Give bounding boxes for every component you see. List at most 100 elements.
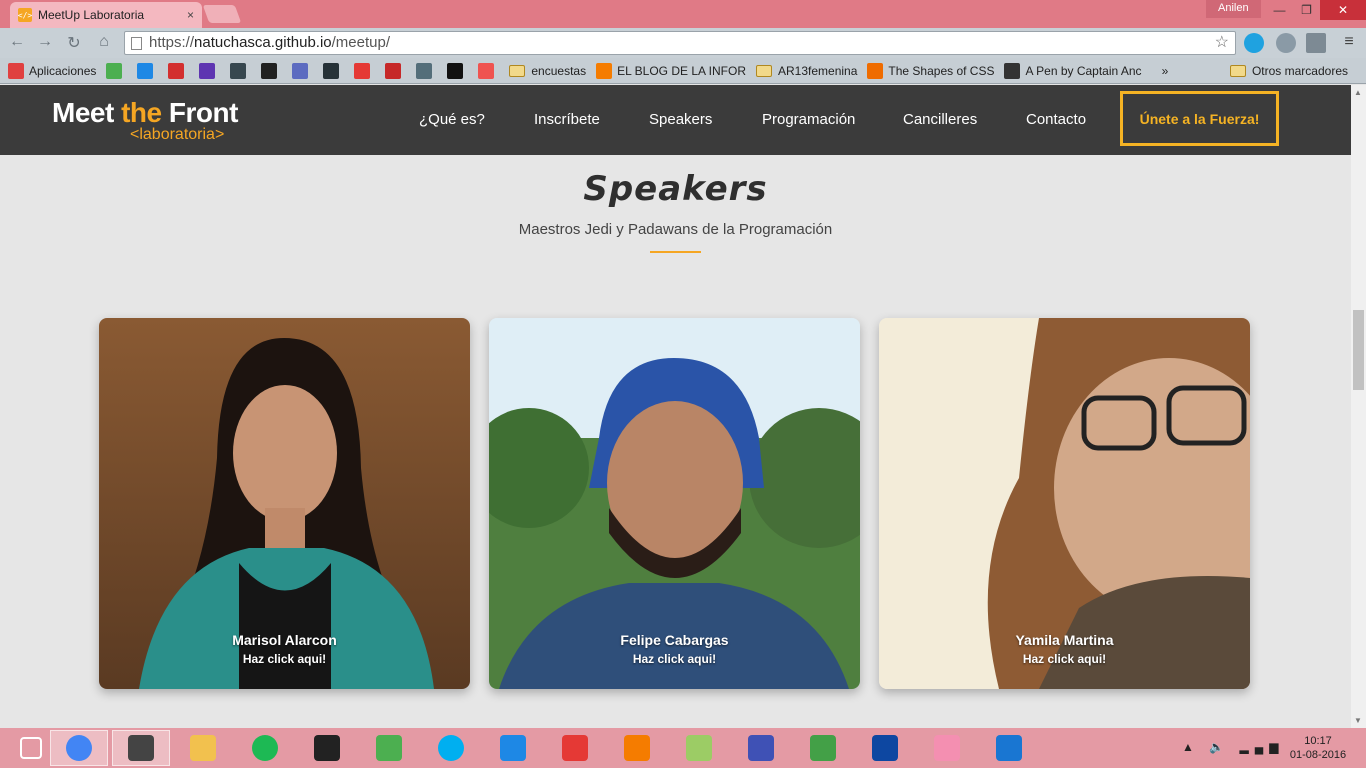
nav-cancilleres[interactable]: Cancilleres [903,111,977,128]
chrome-menu-icon[interactable]: ≡ [1338,33,1360,53]
popcorn-time-icon [562,735,588,761]
scroll-up-icon[interactable]: ▲ [1354,88,1362,97]
window-close-icon[interactable]: ✕ [1320,0,1366,20]
restore-icon[interactable]: ❐ [1293,0,1320,20]
bookmark-item[interactable]: A Pen by Captain Anc [1004,62,1142,79]
bookmark-item[interactable] [292,62,313,79]
bookmark-item[interactable] [230,62,251,79]
palette-extension-icon[interactable] [1276,33,1296,53]
scrollbar-thumb[interactable] [1353,310,1364,390]
bookmark-label: Aplicaciones [29,63,97,78]
taskbar-file-explorer[interactable] [174,730,232,766]
speaker-card-yamila[interactable]: Yamila Martina Haz click aqui! [879,318,1250,689]
bookmark-item[interactable]: Aplicaciones [8,62,97,79]
spotify-icon [252,735,278,761]
new-tab-button[interactable] [202,5,242,23]
minimize-icon[interactable]: — [1266,0,1293,20]
bookmark-item[interactable]: The Shapes of CSS [867,62,995,79]
site-logo[interactable]: Meet the Front [52,99,238,127]
bookmark-item[interactable] [168,62,189,79]
bookmark-item[interactable] [106,62,127,79]
taskbar-spotify[interactable] [236,730,294,766]
bookmark-item[interactable] [447,62,468,79]
bookmark-star-icon[interactable]: ☆ [1215,32,1229,54]
taskbar-photoshop[interactable] [856,730,914,766]
bookmark-item[interactable] [199,62,220,79]
speaker-link[interactable]: Haz click aqui! [489,652,860,666]
bookmark-item[interactable] [261,62,282,79]
logo-meet: Meet [52,97,122,128]
more-bookmarks-icon[interactable]: » [1162,64,1169,78]
logo-subtitle: <laboratoria> [130,126,225,143]
taskbar-clock[interactable]: 10:17 01-08-2016 [1282,734,1354,762]
taskbar-paint[interactable] [918,730,976,766]
taskbar-google-drive[interactable] [360,730,418,766]
fm-icon [323,62,340,79]
skype-extension-icon[interactable] [1244,33,1264,53]
speaker-card-marisol[interactable]: Marisol Alarcon Haz click aqui! [99,318,470,689]
reload-icon[interactable]: ↻ [63,33,85,53]
nav-inscribete[interactable]: Inscríbete [534,111,600,128]
bookmark-item[interactable] [478,62,499,79]
bookmark-item[interactable] [323,62,344,79]
chrome-icon [66,735,92,761]
speaker-link[interactable]: Haz click aqui! [99,652,470,666]
nav-que-es[interactable]: ¿Qué es? [419,111,485,128]
doc-icon [416,62,433,79]
taskbar-sticky-notes[interactable] [670,730,728,766]
gmail-icon [354,62,371,79]
taskbar-blender[interactable] [608,730,666,766]
nav-speakers[interactable]: Speakers [649,111,712,128]
nav-programacion[interactable]: Programación [762,111,855,128]
bookmark-item[interactable]: encuestas [509,64,586,78]
address-bar[interactable]: https://natuchasca.github.io/meetup/ ☆ [124,31,1236,55]
bookmark-label: The Shapes of CSS [888,63,995,78]
browser-toolbar: ← → ↻ ⌂ https://natuchasca.github.io/mee… [0,28,1366,58]
taskbar-terminal[interactable] [298,730,356,766]
home-icon[interactable]: ⌂ [93,33,115,53]
photo-viewer-icon [996,735,1022,761]
taskbar-android-studio[interactable] [794,730,852,766]
web-page: Meet the Front <laboratoria> ¿Qué es? In… [0,85,1351,728]
bookmark-item[interactable] [354,62,375,79]
join-force-button[interactable]: Únete a la Fuerza! [1120,91,1279,146]
back-arrow-icon[interactable]: ← [6,33,28,53]
speaker-link[interactable]: Haz click aqui! [879,652,1250,666]
taskbar-skype[interactable] [422,730,480,766]
skype-icon [438,735,464,761]
url-prefix: https:// [149,34,195,51]
taskbar-sublime-text[interactable] [112,730,170,766]
page-scrollbar[interactable]: ▲ ▼ [1351,85,1366,728]
bookmark-item[interactable]: EL BLOG DE LA INFOR [596,62,746,79]
browser-tab[interactable]: </> MeetUp Laboratoria × [10,2,202,28]
profile-button[interactable]: Anilen [1206,0,1261,18]
tab-close-icon[interactable]: × [187,8,194,22]
list-icon [199,62,216,79]
bookmarks-bar: Aplicaciones encuestas EL BLOG DE LA INFOR… [0,58,1366,84]
bookmark-item[interactable]: AR13femenina [756,64,857,78]
bookmark-label: A Pen by Captain Anc [1025,63,1142,78]
taskbar-gamepad[interactable] [732,730,790,766]
nav-contacto[interactable]: Contacto [1026,111,1086,128]
taskbar-chrome[interactable] [50,730,108,766]
folder-icon [756,64,773,77]
tools-extension-icon[interactable] [1306,33,1326,53]
bookmark-item[interactable] [385,62,406,79]
bookmark-item[interactable] [416,62,437,79]
taskbar-popcorn-time[interactable] [546,730,604,766]
clock-date: 01-08-2016 [1289,749,1347,761]
other-bookmarks-folder[interactable]: Otros marcadores [1229,64,1348,78]
speaker-card-felipe[interactable]: Felipe Cabargas Haz click aqui! [489,318,860,689]
file-explorer-icon [190,735,216,761]
scroll-down-icon[interactable]: ▼ [1354,716,1362,725]
forward-arrow-icon[interactable]: → [34,33,56,53]
system-tray[interactable]: ▲ 🔈 ▂▄▆ [1182,740,1284,754]
android-studio-icon [810,735,836,761]
bookmark-item[interactable] [137,62,158,79]
gamepad-icon [748,735,774,761]
taskbar-screenshot[interactable] [484,730,542,766]
taskbar-photo-viewer[interactable] [980,730,1038,766]
asterisk-icon [867,62,884,79]
title-divider [650,251,701,253]
blender-icon [624,735,650,761]
